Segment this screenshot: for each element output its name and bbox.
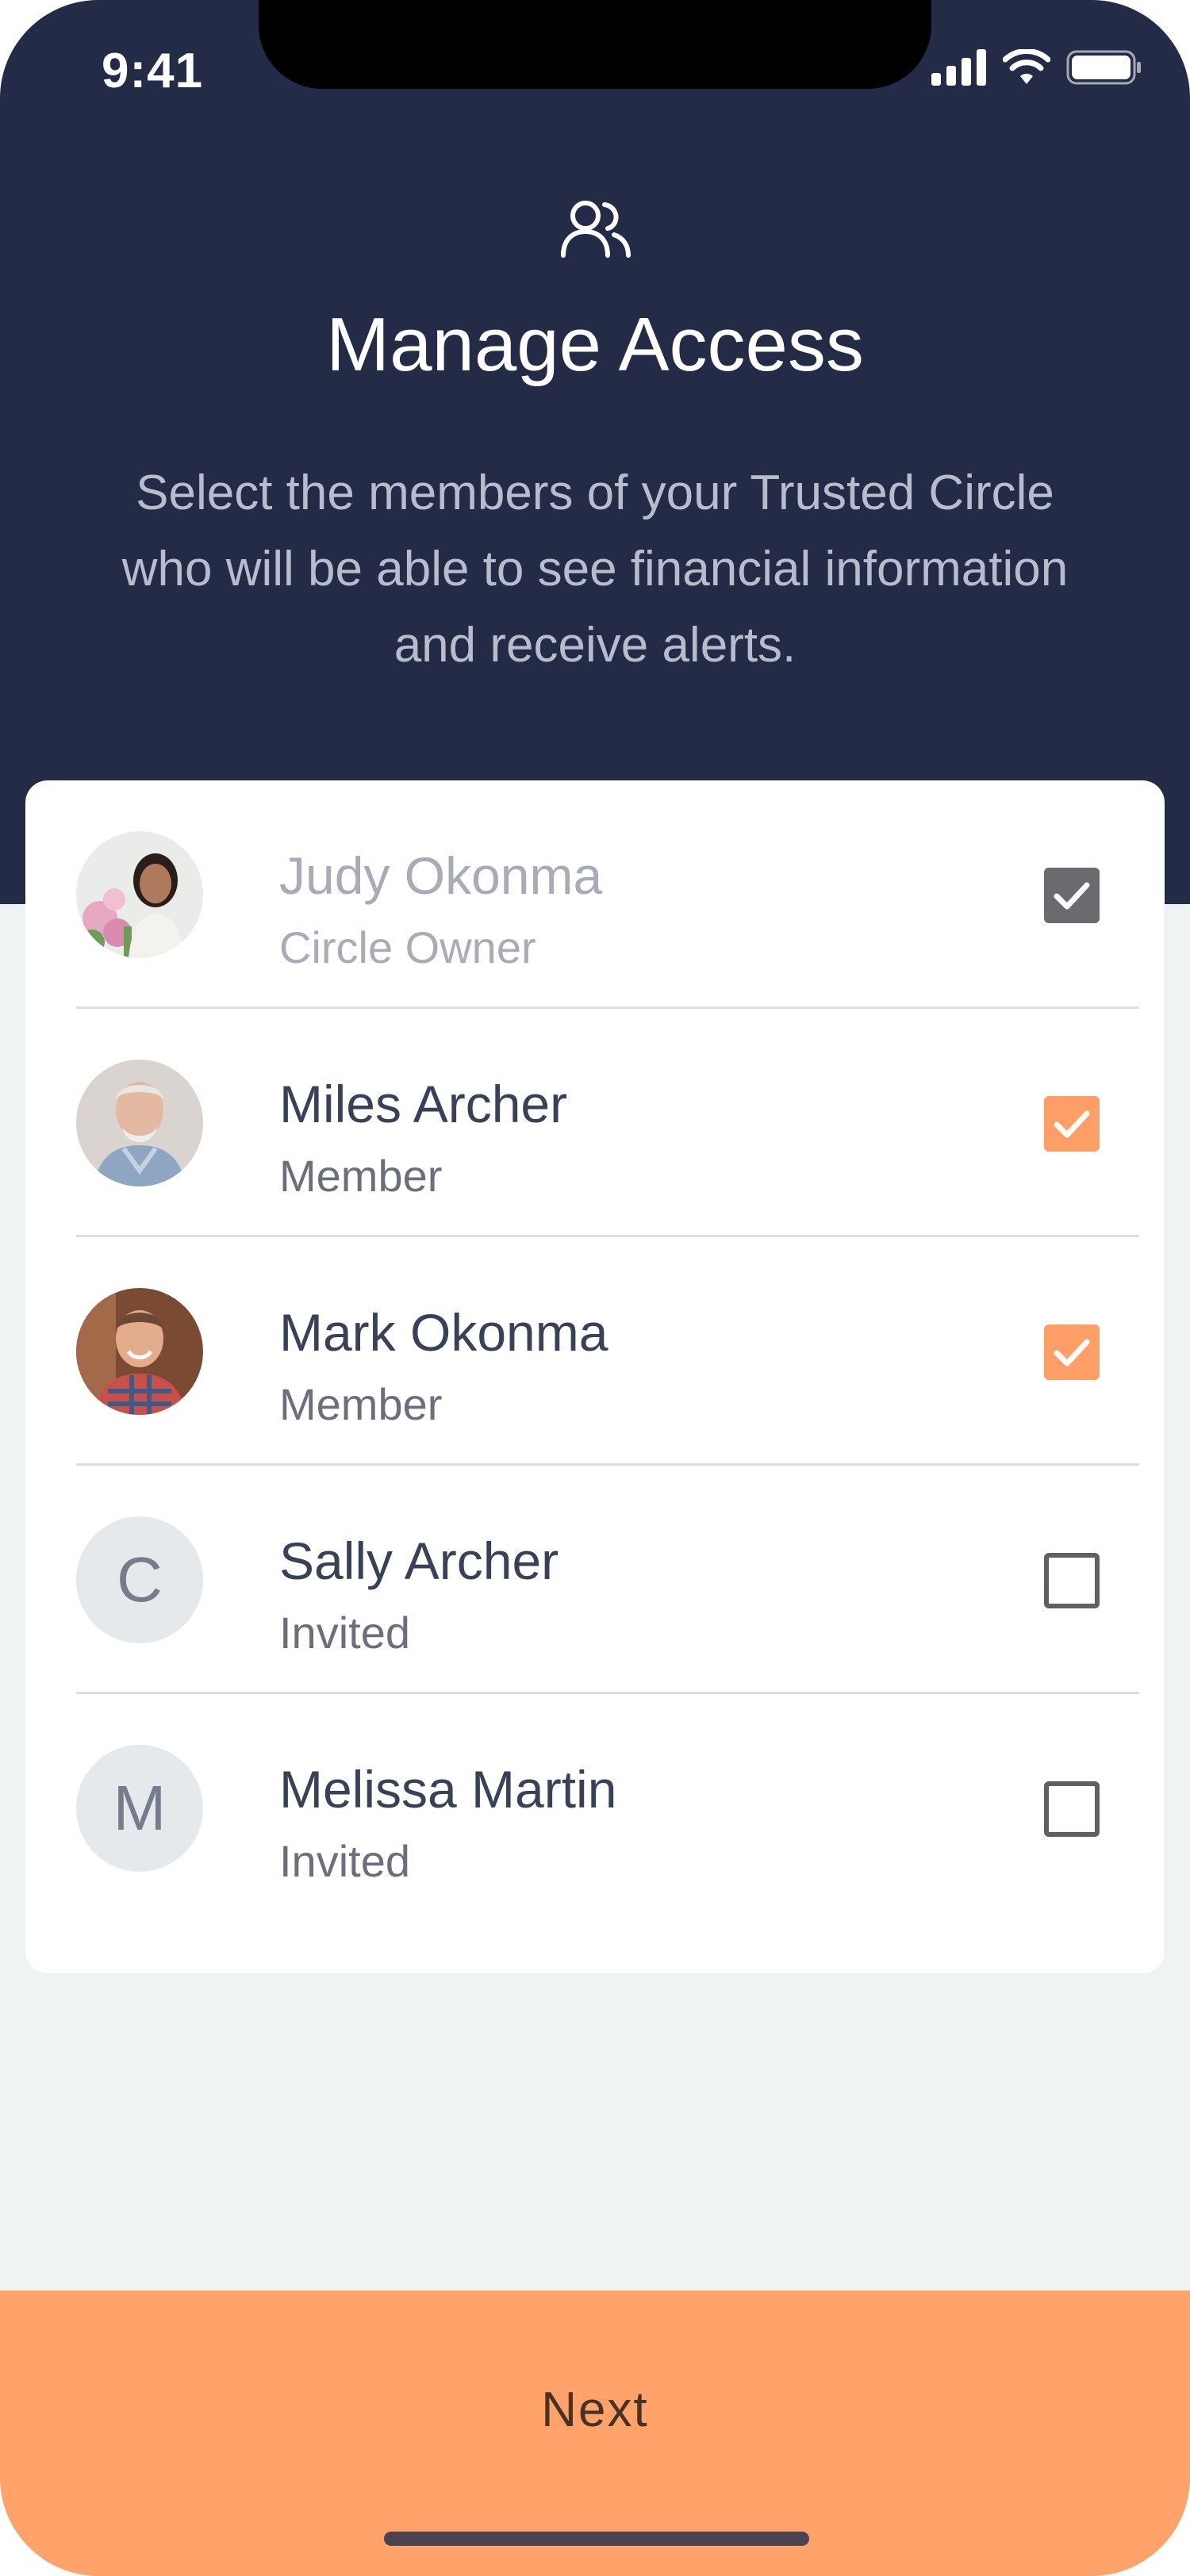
checkmark-icon bbox=[1054, 1339, 1090, 1367]
wifi-icon bbox=[1003, 49, 1050, 84]
next-button[interactable]: Next bbox=[0, 2290, 1190, 2528]
member-name: Melissa Martin bbox=[279, 1760, 617, 1819]
checkmark-icon bbox=[1054, 882, 1090, 910]
page-title: Manage Access bbox=[326, 302, 864, 387]
header-background bbox=[0, 0, 1190, 904]
battery-icon bbox=[1066, 50, 1141, 85]
member-role: Member bbox=[279, 1379, 443, 1429]
device-notch bbox=[259, 0, 931, 89]
home-indicator bbox=[384, 2532, 809, 2546]
member-row-judy-okonma: Judy Okonma Circle Owner bbox=[76, 780, 1139, 1009]
status-icons bbox=[931, 49, 1142, 86]
footer-bar: Next bbox=[0, 2290, 1190, 2576]
page-subtitle: Select the members of your Trusted Circl… bbox=[121, 466, 1069, 673]
member-name: Judy Okonma bbox=[279, 846, 603, 905]
member-checkbox[interactable] bbox=[1044, 1781, 1100, 1837]
member-checkbox bbox=[1044, 868, 1100, 923]
signal-icon bbox=[931, 49, 986, 86]
phone-screen: 9:41 Manage Access Select the members of… bbox=[0, 0, 1190, 2576]
member-checkbox[interactable] bbox=[1044, 1096, 1100, 1152]
avatar bbox=[76, 831, 203, 958]
member-checkbox[interactable] bbox=[1044, 1553, 1100, 1608]
checkmark-icon bbox=[1054, 1110, 1090, 1138]
status-time: 9:41 bbox=[102, 44, 204, 98]
member-name: Mark Okonma bbox=[279, 1303, 608, 1362]
member-row-miles-archer[interactable]: Miles Archer Member bbox=[76, 1009, 1139, 1237]
member-role: Invited bbox=[279, 1608, 410, 1658]
people-icon bbox=[561, 201, 631, 258]
avatar-initial: C bbox=[76, 1516, 203, 1643]
member-role: Circle Owner bbox=[279, 922, 536, 972]
member-role: Member bbox=[279, 1151, 443, 1201]
member-row-melissa-martin[interactable]: M Melissa Martin Invited bbox=[76, 1694, 1139, 1922]
avatar bbox=[76, 1060, 203, 1186]
avatar-initial: M bbox=[76, 1745, 203, 1872]
member-name: Miles Archer bbox=[279, 1075, 568, 1133]
member-row-sally-archer[interactable]: C Sally Archer Invited bbox=[76, 1466, 1139, 1694]
member-name: Sally Archer bbox=[279, 1531, 559, 1590]
members-card: Judy Okonma Circle Owner Miles Archer Me… bbox=[25, 780, 1165, 1973]
member-role: Invited bbox=[279, 1836, 410, 1886]
member-row-mark-okonma[interactable]: Mark Okonma Member bbox=[76, 1237, 1139, 1466]
avatar bbox=[76, 1288, 203, 1415]
member-checkbox[interactable] bbox=[1044, 1324, 1100, 1380]
